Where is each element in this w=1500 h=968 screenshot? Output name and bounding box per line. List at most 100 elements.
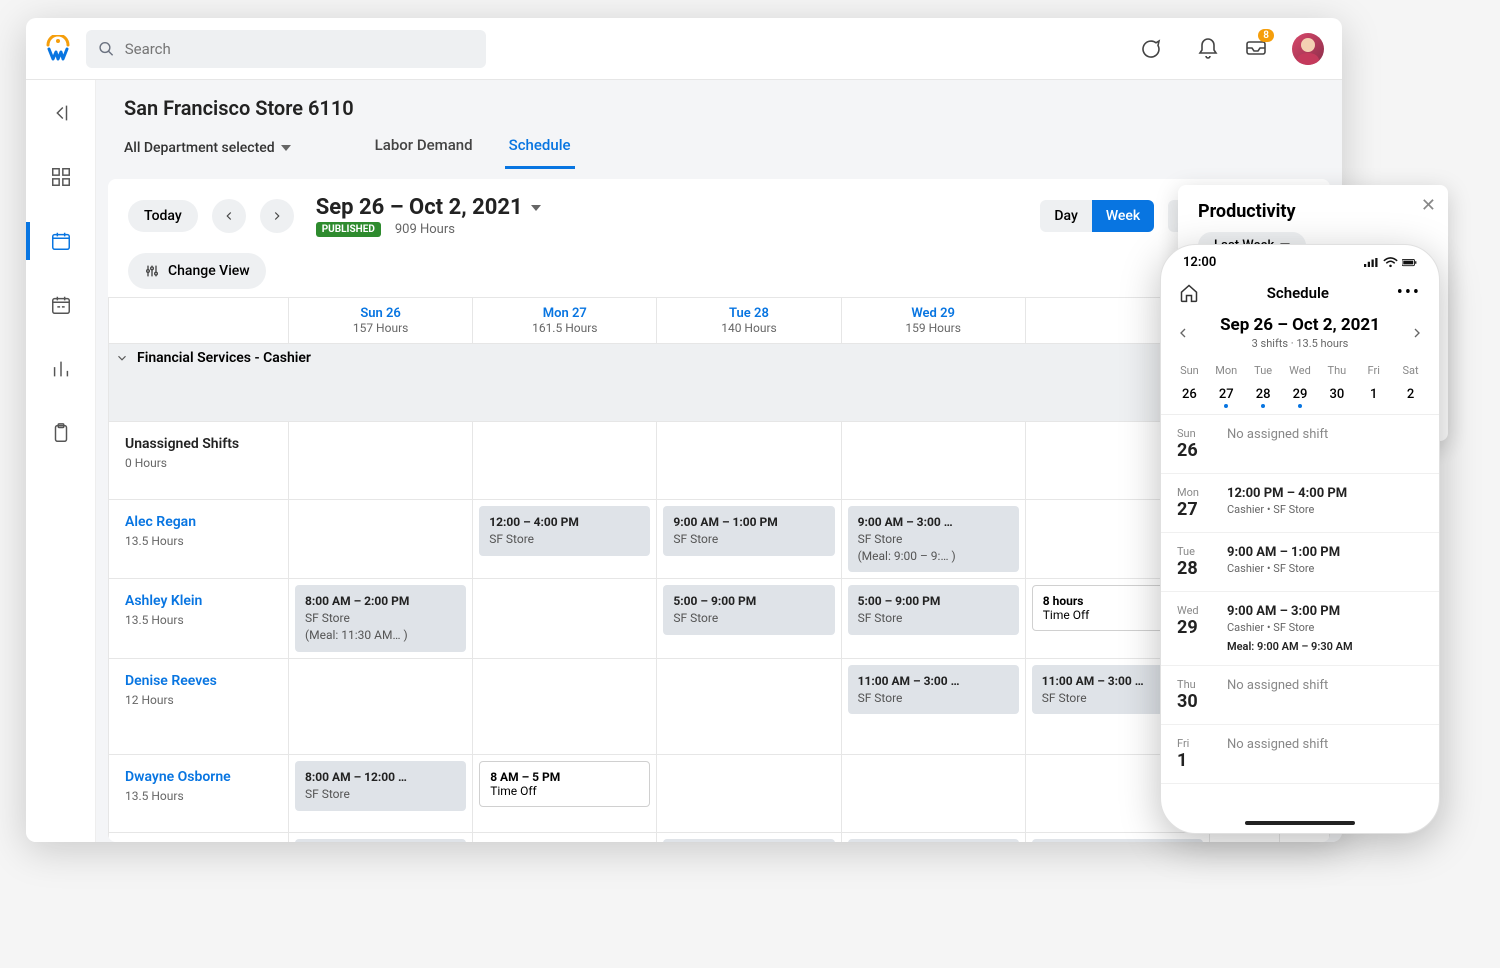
empty-cell[interactable] <box>473 579 657 658</box>
date-range[interactable]: Sep 26 – Oct 2, 2021 <box>316 195 541 220</box>
day-header-wed[interactable]: Wed 29159 Hours <box>841 298 1025 344</box>
nav-analytics[interactable] <box>26 350 95 388</box>
nav-calendar-alt[interactable] <box>26 286 95 324</box>
search-box[interactable] <box>86 30 486 68</box>
app-window: 8 San Francisco Store 6110 All Departmen… <box>26 18 1342 842</box>
phone-date[interactable]: 1 <box>1355 383 1392 406</box>
phone-shift-item[interactable]: Tue289:00 AM – 1:00 PMCashier • SF Store <box>1161 533 1439 592</box>
productivity-title: Productivity <box>1198 201 1428 222</box>
worker-cell: Alec Regan13.5 Hours <box>109 500 289 579</box>
next-week-button[interactable] <box>260 199 294 233</box>
empty-cell[interactable] <box>289 500 473 579</box>
phone-shift-item[interactable]: Wed299:00 AM – 3:00 PMCashier • SF Store… <box>1161 592 1439 666</box>
close-icon[interactable]: ✕ <box>1421 195 1436 216</box>
tab-schedule[interactable]: Schedule <box>505 126 575 169</box>
main-area: San Francisco Store 6110 All Department … <box>96 80 1342 842</box>
signal-icon <box>1364 257 1379 268</box>
phone-date[interactable]: 28 <box>1245 383 1282 406</box>
prev-week-button[interactable] <box>212 199 246 233</box>
phone-statusbar: 12:00 <box>1161 245 1439 274</box>
phone-weekday: Sat <box>1392 364 1429 377</box>
shift-block[interactable]: 9:00 AM – 3:00 …SF Store(Meal: 9:00 – 9:… <box>848 506 1019 572</box>
day-header-tue[interactable]: Tue 28140 Hours <box>657 298 841 344</box>
phone-date[interactable]: 30 <box>1318 383 1355 406</box>
view-segment: Day Week <box>1040 200 1154 232</box>
left-nav <box>26 80 96 842</box>
worker-name-link[interactable]: Alec Regan <box>125 514 272 530</box>
phone-shift-item[interactable]: Thu30No assigned shift <box>1161 666 1439 725</box>
empty-cell[interactable] <box>473 658 657 754</box>
nav-collapse[interactable] <box>26 94 95 132</box>
today-button[interactable]: Today <box>128 200 198 232</box>
prev-icon[interactable] <box>1175 325 1191 341</box>
workday-logo[interactable] <box>44 35 72 63</box>
shift-block[interactable]: 1:00 – 8:00 PMSF Store(Meal: 4:30 – 5:… … <box>295 839 466 842</box>
phone-shift-item[interactable]: Fri1No assigned shift <box>1161 725 1439 784</box>
wifi-icon <box>1383 257 1398 268</box>
shift-block[interactable]: 5:00 – 9:00 PMSF Store <box>848 585 1019 635</box>
home-indicator <box>1245 821 1355 825</box>
group-header[interactable]: Financial Services - Cashier <box>109 344 1330 422</box>
phone-shift-item[interactable]: Mon2712:00 PM – 4:00 PMCashier • SF Stor… <box>1161 474 1439 533</box>
shift-block[interactable]: 5:00 – 9:00 PMSF Store <box>1032 839 1203 842</box>
worker-cell: Ashley Klein13.5 Hours <box>109 579 289 658</box>
tab-labor-demand[interactable]: Labor Demand <box>371 126 477 169</box>
inbox-badge: 8 <box>1258 29 1274 42</box>
phone-weekday: Tue <box>1245 364 1282 377</box>
shift-block[interactable]: 11:00 AM – 3:00 …SF Store <box>848 665 1019 715</box>
day-header-mon[interactable]: Mon 27161.5 Hours <box>473 298 657 344</box>
phone-range-sub: 3 shifts · 13.5 hours <box>1191 337 1409 350</box>
nav-clipboard[interactable] <box>26 414 95 452</box>
phone-date[interactable]: 26 <box>1171 383 1208 406</box>
phone-weekday: Wed <box>1282 364 1319 377</box>
phone-shift-item[interactable]: Sun26No assigned shift <box>1161 415 1439 474</box>
nav-schedule[interactable] <box>26 222 95 260</box>
department-filter[interactable]: All Department selected <box>124 140 291 156</box>
empty-cell[interactable] <box>657 658 841 754</box>
page-header: San Francisco Store 6110 All Department … <box>96 80 1342 169</box>
chat-icon[interactable] <box>1138 37 1162 61</box>
phone-weekday: Fri <box>1355 364 1392 377</box>
shift-block[interactable]: 5:00 – 9:00 PMSF Store <box>663 585 834 635</box>
next-icon[interactable] <box>1409 325 1425 341</box>
avatar[interactable] <box>1292 33 1324 65</box>
worker-name-link[interactable]: Denise Reeves <box>125 673 272 689</box>
search-icon <box>98 40 115 58</box>
caret-down-icon <box>281 145 291 151</box>
day-header-sun[interactable]: Sun 26157 Hours <box>289 298 473 344</box>
empty-cell[interactable] <box>473 832 657 842</box>
caret-down-icon <box>531 205 541 211</box>
more-icon[interactable]: ••• <box>1397 282 1421 303</box>
worker-name-link[interactable]: Dwayne Osborne <box>125 769 272 785</box>
phone-weekday: Sun <box>1171 364 1208 377</box>
battery-icon <box>1402 257 1417 268</box>
phone-shift-list: Sun26No assigned shiftMon2712:00 PM – 4:… <box>1161 414 1439 784</box>
phone-weekday: Mon <box>1208 364 1245 377</box>
store-title: San Francisco Store 6110 <box>124 96 1314 120</box>
phone-date[interactable]: 29 <box>1282 383 1319 406</box>
shift-block[interactable]: 5:00 – 10:00 PMSF Store(Meal: 8:30 – 9:…… <box>663 839 834 842</box>
search-input[interactable] <box>125 40 474 58</box>
shift-block[interactable]: 8:00 AM – 2:00 PMSF Store(Meal: 11:30 AM… <box>295 585 466 651</box>
shift-block[interactable]: 12:00 – 4:00 PMSF Store <box>479 506 650 556</box>
inbox-icon-wrapper[interactable]: 8 <box>1244 35 1268 63</box>
shift-block[interactable]: 9:00 AM – 1:00 PMSF Store <box>663 506 834 556</box>
empty-cell[interactable] <box>289 658 473 754</box>
seg-week[interactable]: Week <box>1092 200 1154 232</box>
home-icon[interactable] <box>1179 283 1199 303</box>
seg-day[interactable]: Day <box>1040 200 1091 232</box>
timeoff-block[interactable]: 8 AM – 5 PMTime Off <box>479 761 650 807</box>
worker-name-link[interactable]: Ashley Klein <box>125 593 272 609</box>
change-view-button[interactable]: Change View <box>128 253 266 289</box>
shift-block[interactable]: 6:00 – 10:00 PMSF Store <box>848 839 1019 842</box>
empty-cell[interactable] <box>657 754 841 832</box>
toolbar: Today Sep 26 – Oct 2, 2021 PUBLISHED 909… <box>108 179 1330 253</box>
shift-block[interactable]: 8:00 AM – 12:00 …SF Store <box>295 761 466 811</box>
phone-date[interactable]: 2 <box>1392 383 1429 406</box>
empty-cell[interactable] <box>841 754 1025 832</box>
bell-icon[interactable] <box>1196 37 1220 61</box>
nav-apps[interactable] <box>26 158 95 196</box>
worker-cell: Denise Reeves12 Hours <box>109 658 289 754</box>
topbar: 8 <box>26 18 1342 80</box>
phone-date[interactable]: 27 <box>1208 383 1245 406</box>
